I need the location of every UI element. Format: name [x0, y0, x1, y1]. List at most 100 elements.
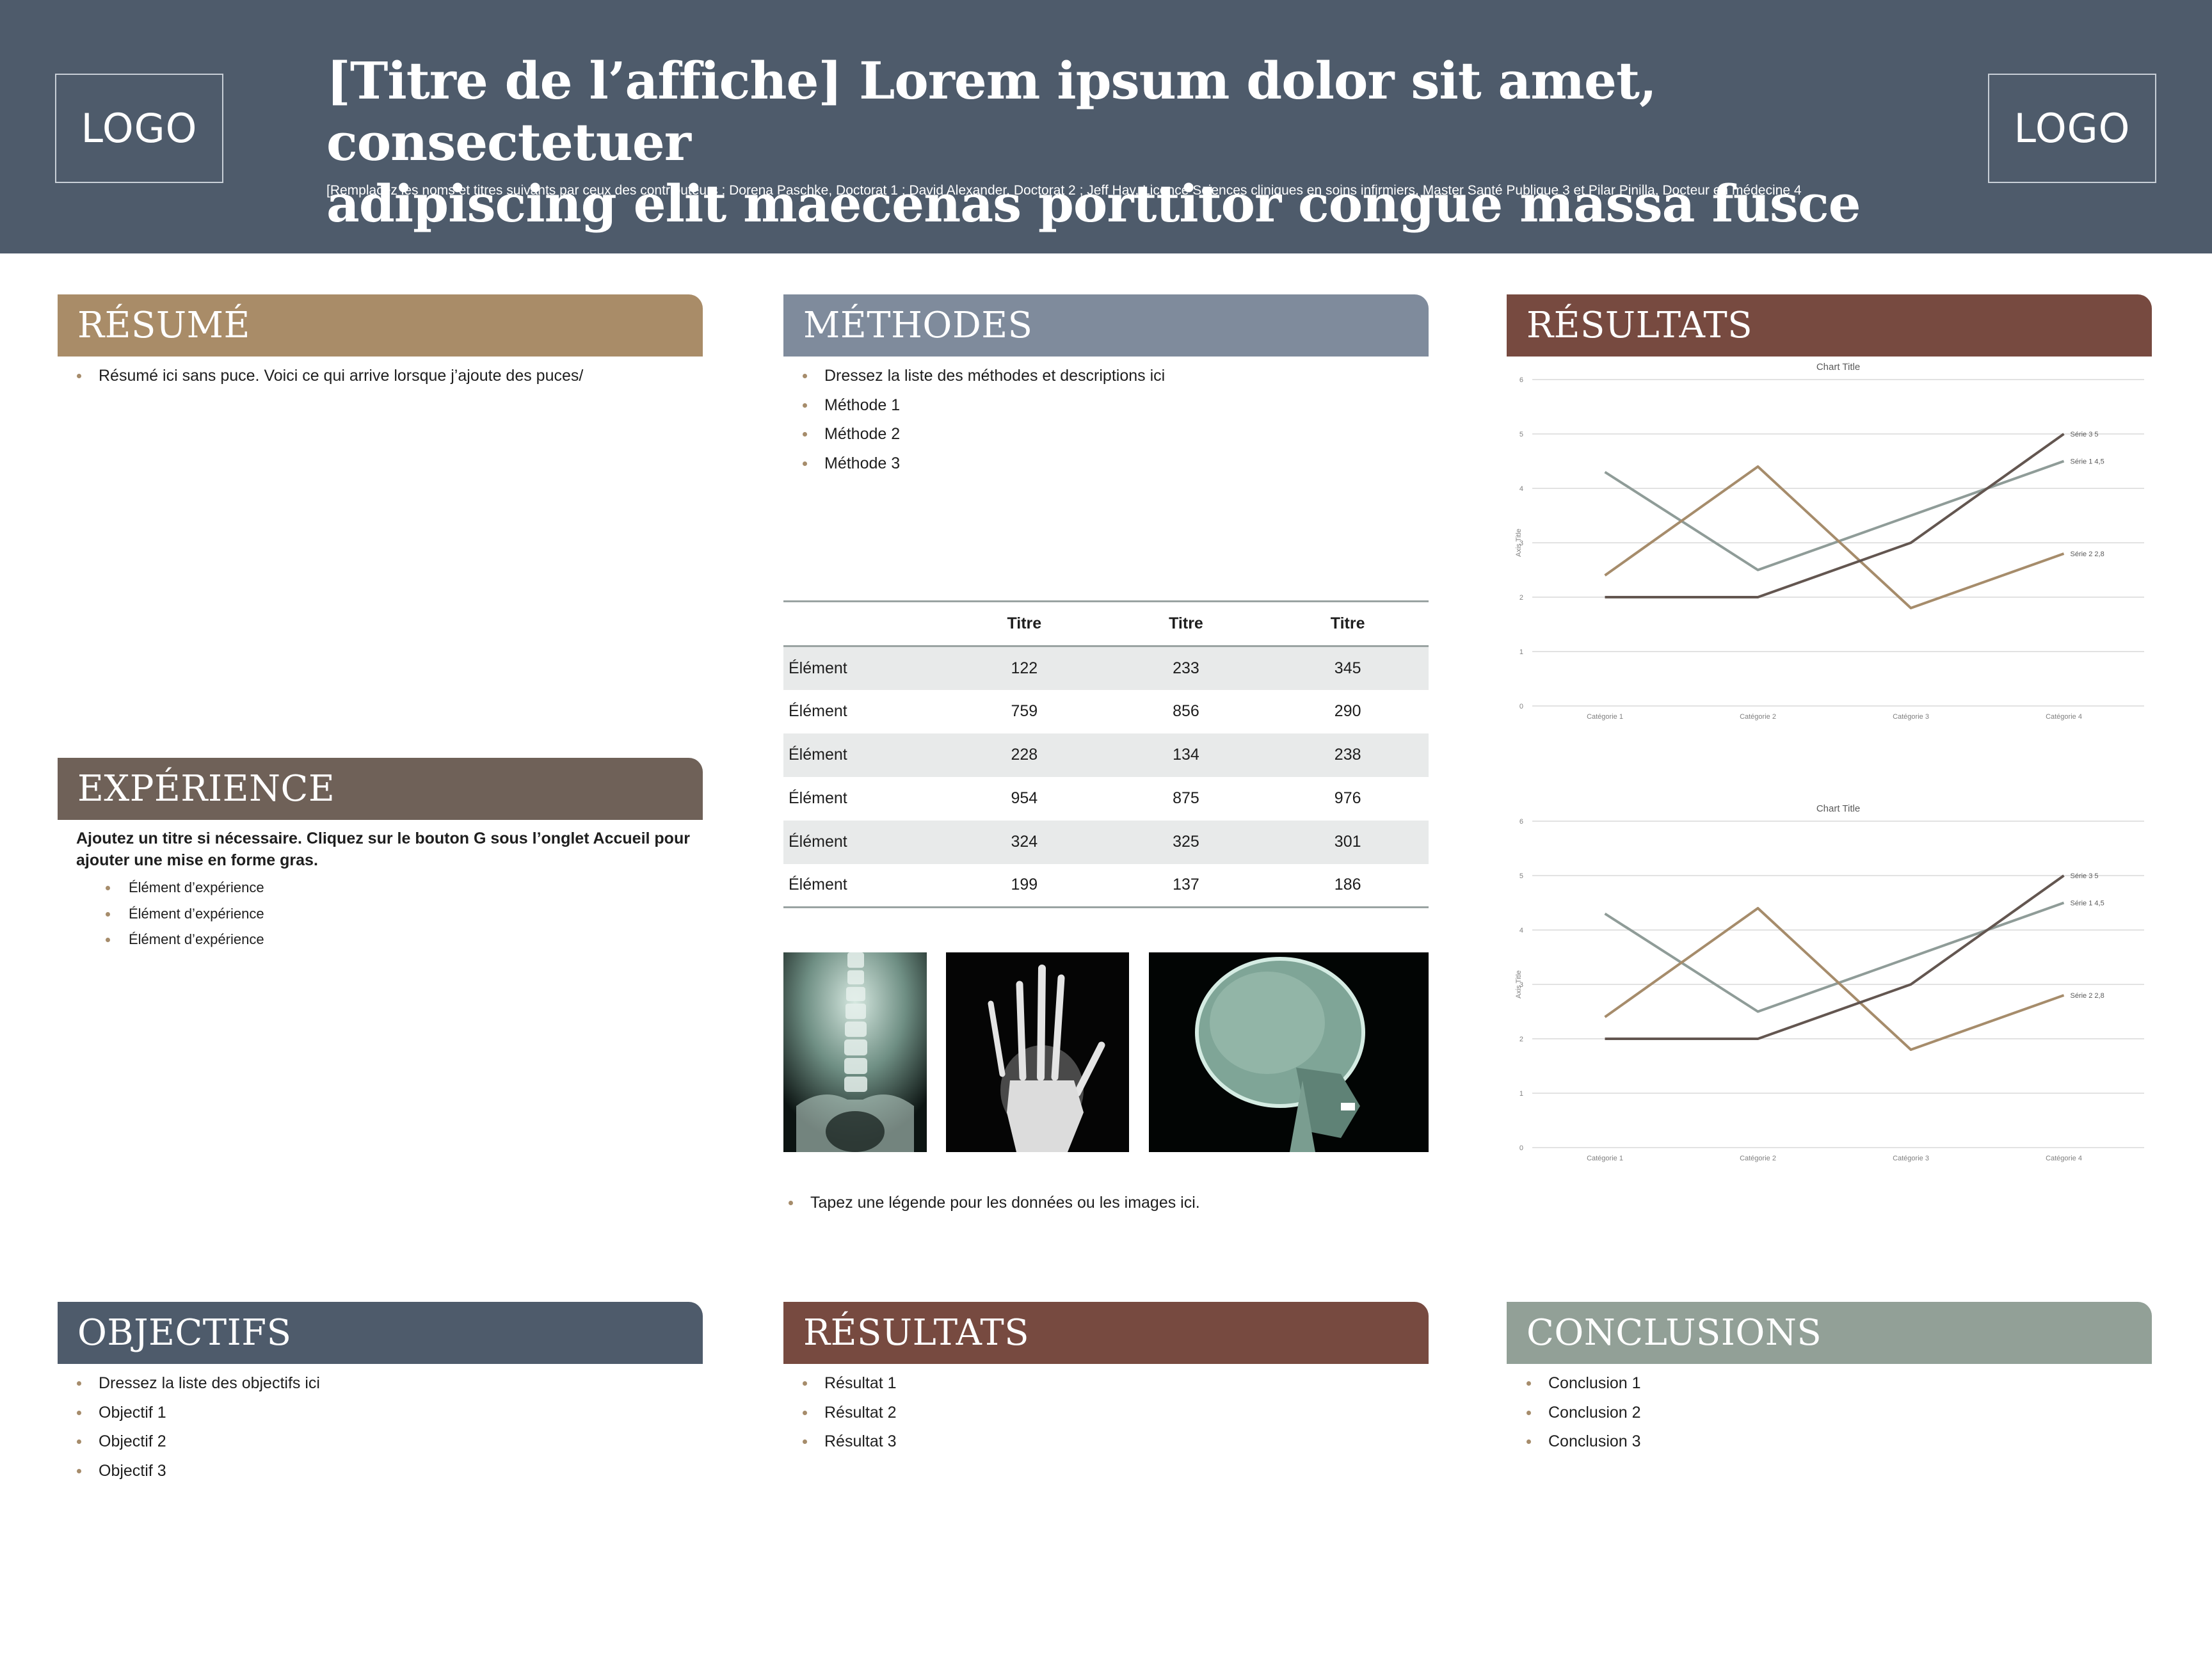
spine-xray-icon: [783, 952, 927, 1152]
table-header-cell: [783, 602, 943, 646]
table-cell: 134: [1173, 746, 1199, 764]
y-axis-title: Axis Title: [1515, 529, 1523, 557]
table-row: Élément 324 325 301: [783, 820, 1429, 864]
y-tick-label: 0: [1519, 1144, 1523, 1152]
list-item[interactable]: Objectif 2: [77, 1427, 320, 1457]
resultats-list: Résultat 1 Résultat 2 Résultat 3: [803, 1369, 897, 1457]
spine-xray-image[interactable]: [783, 952, 927, 1152]
list-item-text: Élément d’expérience: [129, 931, 264, 947]
section-header-objectifs: OBJECTIFS: [58, 1302, 703, 1364]
y-tick-label: 1: [1519, 648, 1523, 656]
hand-xray-icon: [946, 952, 1129, 1152]
bullet-icon: [803, 1410, 807, 1415]
list-item[interactable]: Méthode 2: [803, 420, 1165, 449]
table-header-cell: Titre: [1007, 614, 1042, 632]
chart-svg: Chart Title0123456Axis TitleCatégorie 1C…: [1515, 362, 2144, 721]
series-end-label: Série 1 4,5: [2071, 900, 2104, 908]
x-tick-label: Catégorie 3: [1893, 1155, 1929, 1162]
logo-placeholder-right[interactable]: LOGO: [1988, 74, 2156, 183]
experience-note[interactable]: Ajoutez un titre si nécessaire. Cliquez …: [76, 828, 691, 871]
series-end-label: Série 1 4,5: [2071, 458, 2104, 466]
list-item[interactable]: Méthode 3: [803, 449, 1165, 479]
poster-authors[interactable]: [Remplacez les noms et titres suivants p…: [326, 183, 1965, 198]
list-item-text: Méthode 3: [824, 454, 901, 472]
table-cell: 233: [1173, 659, 1199, 677]
section-header-resume: RÉSUMÉ: [58, 294, 703, 357]
y-axis-title: Axis Title: [1515, 970, 1523, 998]
section-header-methodes: MÉTHODES: [783, 294, 1429, 357]
table-cell: 856: [1173, 702, 1199, 720]
list-item[interactable]: Résultat 2: [803, 1399, 897, 1428]
list-item-text: Résultat 3: [824, 1432, 897, 1450]
table-cell: 345: [1334, 659, 1361, 677]
bullet-icon: [106, 938, 110, 942]
bullet-icon: [803, 403, 807, 408]
section-header-experience: EXPÉRIENCE: [58, 758, 703, 820]
logo-label: LOGO: [2014, 105, 2131, 152]
table-cell: 976: [1334, 789, 1361, 807]
y-tick-label: 1: [1519, 1090, 1523, 1098]
table-cell: 238: [1334, 746, 1361, 764]
series-line-2: [1604, 465, 2065, 609]
table-cell: 137: [1173, 876, 1199, 894]
y-tick-label: 2: [1519, 594, 1523, 602]
y-tick-label: 0: [1519, 703, 1523, 710]
logo-label: LOGO: [81, 105, 198, 152]
y-tick-label: 5: [1519, 431, 1523, 438]
poster-title[interactable]: [Titre de l’affiche] Lorem ipsum dolor s…: [326, 50, 1927, 234]
hand-xray-image[interactable]: [946, 952, 1129, 1152]
skull-xray-image[interactable]: [1149, 952, 1429, 1152]
list-item[interactable]: Élément d’expérience: [106, 927, 264, 953]
list-item[interactable]: Dressez la liste des objectifs ici: [77, 1369, 320, 1399]
bullet-icon: [106, 886, 110, 890]
list-item[interactable]: Méthode 1: [803, 391, 1165, 421]
resume-list: Résumé ici sans puce. Voici ce qui arriv…: [77, 362, 583, 391]
bullet-icon: [1527, 1439, 1531, 1444]
table-cell: 199: [1011, 876, 1038, 894]
table-cell: 954: [1011, 789, 1038, 807]
table-cell: 122: [1011, 659, 1038, 677]
list-item[interactable]: Conclusion 1: [1527, 1369, 1641, 1399]
list-item[interactable]: Résumé ici sans puce. Voici ce qui arriv…: [77, 362, 583, 391]
table-cell: 759: [1011, 702, 1038, 720]
row-label-cell: Élément: [789, 659, 847, 677]
list-item[interactable]: Conclusion 3: [1527, 1427, 1641, 1457]
list-item-text: Élément d’expérience: [129, 905, 264, 922]
x-tick-label: Catégorie 2: [1740, 1155, 1776, 1162]
series-line-1: [1604, 901, 2065, 1013]
section-title: RÉSUMÉ: [77, 305, 250, 346]
series-line-2: [1604, 907, 2065, 1051]
y-tick-label: 4: [1519, 485, 1523, 493]
conclusions-list: Conclusion 1 Conclusion 2 Conclusion 3: [1527, 1369, 1641, 1457]
table-cell: 324: [1011, 833, 1038, 851]
list-item[interactable]: Résultat 1: [803, 1369, 897, 1399]
list-item[interactable]: Objectif 1: [77, 1399, 320, 1428]
list-item[interactable]: Élément d’expérience: [106, 901, 264, 927]
methodes-list: Dressez la liste des méthodes et descrip…: [803, 362, 1165, 478]
table-cell: 875: [1173, 789, 1199, 807]
line-chart-1[interactable]: Chart Title 0 1 2 3 4 5 6 Axis Title Catégorie 1C…: [1507, 358, 2152, 730]
section-title: CONCLUSIONS: [1527, 1312, 1822, 1354]
list-item[interactable]: Résultat 3: [803, 1427, 897, 1457]
bullet-icon: [789, 1201, 793, 1205]
poster-title-line-2: adipiscing elit maecenas porttitor congu…: [326, 173, 1861, 234]
list-item[interactable]: Conclusion 2: [1527, 1399, 1641, 1428]
series-end-label: Série 3 5: [2071, 431, 2099, 438]
table-row: Élément 954 875 976: [783, 777, 1429, 821]
logo-placeholder-left[interactable]: LOGO: [55, 74, 223, 183]
list-item[interactable]: Élément d’expérience: [106, 875, 264, 901]
section-title: OBJECTIFS: [77, 1312, 292, 1354]
table-cell: 301: [1334, 833, 1361, 851]
table-row: Élément 122 233 345: [783, 646, 1429, 690]
section-header-resultats-top: RÉSULTATS: [1507, 294, 2152, 357]
list-item[interactable]: Dressez la liste des méthodes et descrip…: [803, 362, 1165, 391]
list-item[interactable]: Objectif 3: [77, 1457, 320, 1486]
row-label-cell: Élément: [789, 833, 847, 851]
bullet-icon: [803, 461, 807, 466]
series-end-label: Série 3 5: [2071, 872, 2099, 880]
section-header-conclusions: CONCLUSIONS: [1507, 1302, 2152, 1364]
line-chart-2[interactable]: Chart Title 0 1 2 3 4 5 6 Axis Title Catégorie 1C…: [1507, 800, 2152, 1171]
table-cell: 290: [1334, 702, 1361, 720]
bullet-icon: [803, 1381, 807, 1386]
caption-item[interactable]: Tapez une légende pour les données ou le…: [789, 1189, 1200, 1218]
